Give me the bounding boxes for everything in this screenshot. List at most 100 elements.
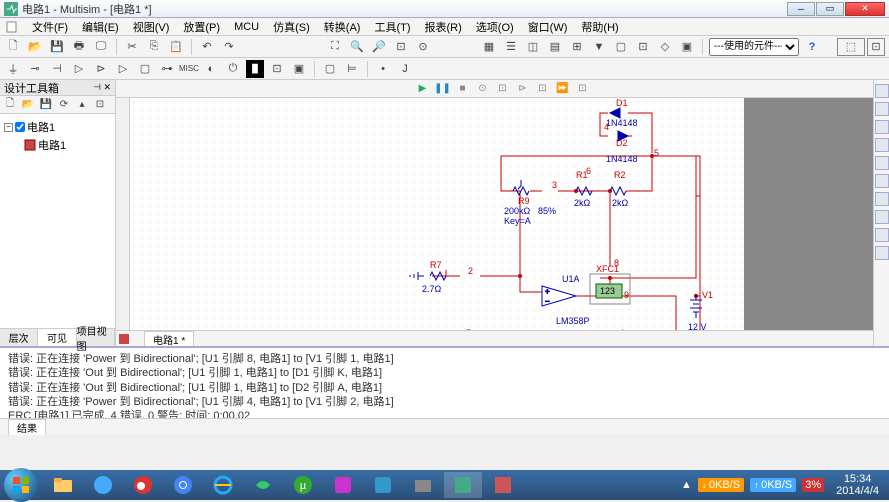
tb-icon[interactable]: ⬚ <box>837 38 865 56</box>
taskbar-explorer[interactable] <box>44 472 82 498</box>
menu-transfer[interactable]: 转换(A) <box>324 19 361 35</box>
instrument-icon[interactable] <box>875 84 889 98</box>
close-button[interactable]: ✕ <box>845 2 885 16</box>
open-button[interactable]: 📂 <box>26 38 44 56</box>
canvas-tab[interactable]: 电路1 * <box>144 331 194 346</box>
tray-icon[interactable]: ▲ <box>681 479 692 491</box>
design-tree[interactable]: − 电路1 电路1 <box>0 114 115 328</box>
sidebar-new-icon[interactable]: 🗋 <box>2 97 18 113</box>
tree-checkbox[interactable] <box>15 122 25 132</box>
sim-icon[interactable]: ⊡ <box>494 82 512 96</box>
menu-edit[interactable]: 编辑(E) <box>82 19 119 35</box>
component-select[interactable]: ---使用的元件--- <box>709 38 799 56</box>
taskbar-weibo[interactable] <box>124 472 162 498</box>
power-icon[interactable]: ⏻ <box>224 60 242 78</box>
sidebar-refresh-icon[interactable]: ⟳ <box>56 97 72 113</box>
instrument-icon[interactable] <box>875 210 889 224</box>
save-button[interactable]: 💾 <box>48 38 66 56</box>
sidebar-up-icon[interactable]: ▴ <box>74 97 90 113</box>
tb-icon[interactable]: ▼ <box>590 38 608 56</box>
maximize-button[interactable]: ▭ <box>816 2 844 16</box>
taskbar-clock[interactable]: 15:34 2014/4/4 <box>830 473 885 497</box>
menu-reports[interactable]: 报表(R) <box>425 19 462 35</box>
undo-button[interactable]: ↶ <box>198 38 216 56</box>
tb-icon[interactable]: ◫ <box>524 38 542 56</box>
tab-project[interactable]: 项目视图 <box>77 329 115 346</box>
zoom-out-button[interactable]: 🔎 <box>370 38 388 56</box>
capacitor-icon[interactable]: ⊣ <box>48 60 66 78</box>
paste-button[interactable]: 📋 <box>167 38 185 56</box>
taskbar-app[interactable] <box>404 472 442 498</box>
zoom-fit-button[interactable]: ⊙ <box>414 38 432 56</box>
menu-help[interactable]: 帮助(H) <box>581 19 618 35</box>
instrument-icon[interactable] <box>875 246 889 260</box>
start-button[interactable] <box>4 468 38 502</box>
tree-child[interactable]: 电路1 <box>4 136 111 154</box>
sim-icon[interactable]: ⊡ <box>574 82 592 96</box>
ic-icon[interactable]: ▢ <box>136 60 154 78</box>
output-tab-results[interactable]: 结果 <box>8 419 46 435</box>
instrument-icon[interactable] <box>875 102 889 116</box>
sidebar-open-icon[interactable]: 📂 <box>20 97 36 113</box>
menu-simulate[interactable]: 仿真(S) <box>273 19 310 35</box>
taskbar-utorrent[interactable]: µ <box>284 472 322 498</box>
taskbar-app[interactable] <box>364 472 402 498</box>
tb-icon[interactable]: ⊞ <box>568 38 586 56</box>
taskbar-ie[interactable] <box>204 472 242 498</box>
sidebar-down-icon[interactable]: ⊡ <box>92 97 108 113</box>
run-button[interactable]: ▶ <box>414 82 432 96</box>
opamp-icon[interactable]: ▷ <box>114 60 132 78</box>
sidebar-save-icon[interactable]: 💾 <box>38 97 54 113</box>
instrument-icon[interactable] <box>875 156 889 170</box>
tab-hierarchy[interactable]: 层次 <box>0 329 38 346</box>
step-button[interactable]: ⊙ <box>474 82 492 96</box>
schematic-canvas[interactable]: D1 1N4148 D2 1N4148 R12kΩ R22kΩ R9 200kΩ… <box>130 98 744 330</box>
new-button[interactable]: 🗋 <box>4 38 22 56</box>
tb-icon[interactable]: ⊡ <box>634 38 652 56</box>
rf-icon[interactable]: █ <box>246 60 264 78</box>
taskbar-chrome[interactable] <box>164 472 202 498</box>
diode-icon[interactable]: ▷ <box>70 60 88 78</box>
misc-icon[interactable]: MISC <box>180 60 198 78</box>
tb-icon[interactable]: ☰ <box>502 38 520 56</box>
copy-button[interactable]: ⎘ <box>145 38 163 56</box>
tb-icon[interactable]: ▦ <box>480 38 498 56</box>
print-preview-button[interactable]: 🖵 <box>92 38 110 56</box>
text-icon[interactable]: J <box>396 60 414 78</box>
connector-icon[interactable]: ⊶ <box>158 60 176 78</box>
tb-icon[interactable]: ▤ <box>546 38 564 56</box>
menu-view[interactable]: 视图(V) <box>133 19 170 35</box>
print-button[interactable]: 🖶 <box>70 38 88 56</box>
tab-visibility[interactable]: 可见 <box>38 329 76 346</box>
taskbar-app[interactable] <box>484 472 522 498</box>
transistor-icon[interactable]: ⊳ <box>92 60 110 78</box>
ground-icon[interactable]: ⏚ <box>4 60 22 78</box>
pause-button[interactable]: ❚❚ <box>434 82 452 96</box>
instrument-icon[interactable] <box>875 228 889 242</box>
hierarchy-icon[interactable]: ▢ <box>321 60 339 78</box>
taskbar-app[interactable] <box>84 472 122 498</box>
stop-button[interactable]: ■ <box>454 82 472 96</box>
instrument-icon[interactable] <box>875 174 889 188</box>
tb-icon[interactable]: ▣ <box>678 38 696 56</box>
tb-icon[interactable]: ⊡ <box>867 38 885 56</box>
menu-options[interactable]: 选项(O) <box>476 19 514 35</box>
sim-icon[interactable]: ⊳ <box>514 82 532 96</box>
menu-window[interactable]: 窗口(W) <box>528 19 568 35</box>
menu-file[interactable]: 文件(F) <box>32 19 68 35</box>
sidebar-close-icon[interactable]: ⊣ ✕ <box>93 82 111 93</box>
junction-icon[interactable]: • <box>374 60 392 78</box>
menu-mcu[interactable]: MCU <box>234 21 259 33</box>
tb-icon[interactable]: ▢ <box>612 38 630 56</box>
menu-place[interactable]: 放置(P) <box>183 19 220 35</box>
resistor-icon[interactable]: ⊸ <box>26 60 44 78</box>
minimize-button[interactable]: ─ <box>787 2 815 16</box>
menu-tools[interactable]: 工具(T) <box>374 19 410 35</box>
sim-icon[interactable]: ⏩ <box>554 82 572 96</box>
redo-button[interactable]: ↷ <box>220 38 238 56</box>
help-button[interactable]: ? <box>803 38 821 56</box>
instrument-icon[interactable] <box>875 192 889 206</box>
cut-button[interactable]: ✂ <box>123 38 141 56</box>
full-screen-button[interactable]: ⛶ <box>326 38 344 56</box>
taskbar-app[interactable] <box>324 472 362 498</box>
